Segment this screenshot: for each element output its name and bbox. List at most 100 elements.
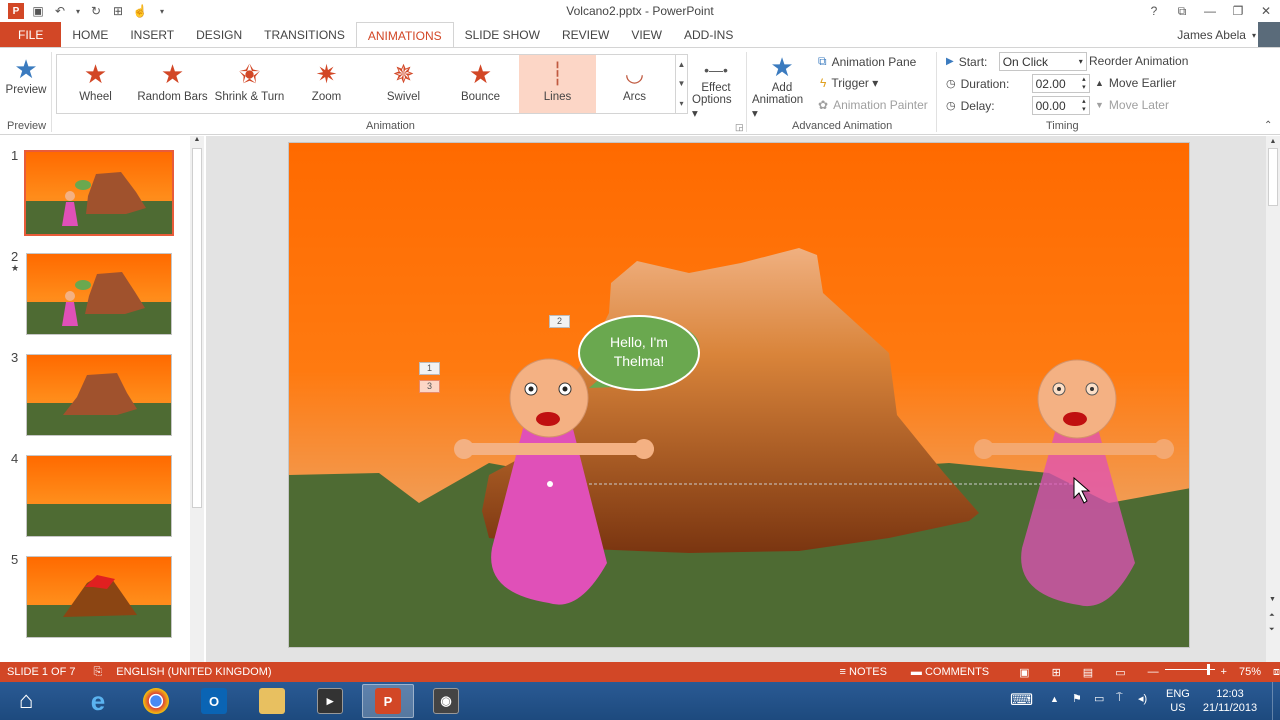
- scrollbar-thumb[interactable]: [192, 148, 202, 508]
- animation-shrink-turn[interactable]: ✬ Shrink & Turn: [211, 55, 288, 113]
- slide-thumbnail-3[interactable]: [26, 354, 172, 436]
- customize-qat-icon[interactable]: ▾: [154, 3, 170, 19]
- taskbar-explorer[interactable]: [246, 684, 298, 718]
- zoom-out-icon[interactable]: —: [1148, 666, 1159, 678]
- restore-icon[interactable]: ❐: [1224, 0, 1252, 22]
- normal-view-icon[interactable]: ▣: [1019, 666, 1029, 679]
- duration-input[interactable]: 02.00 ▴ ▾: [1031, 74, 1090, 93]
- gallery-more-icon[interactable]: ▾: [679, 99, 683, 108]
- language-indicator[interactable]: ENG US: [1166, 687, 1190, 715]
- tab-transitions[interactable]: TRANSITIONS: [253, 22, 356, 48]
- dialog-launcher-icon[interactable]: ◲: [735, 122, 744, 133]
- flag-icon[interactable]: ⚑: [1072, 692, 1082, 705]
- start-button[interactable]: ⌂: [0, 684, 52, 718]
- ribbon-display-options-icon[interactable]: ⧉: [1168, 0, 1196, 22]
- animation-tag-2[interactable]: 2: [549, 315, 570, 328]
- animation-bounce[interactable]: ★ Bounce: [442, 55, 519, 113]
- trigger-button[interactable]: ϟ Trigger ▾: [820, 76, 878, 90]
- notes-button[interactable]: ≡ NOTES: [840, 666, 887, 678]
- animation-tag-3[interactable]: 3: [419, 380, 440, 393]
- minimize-icon[interactable]: —: [1196, 0, 1224, 22]
- slide-thumbnail-4[interactable]: [26, 455, 172, 537]
- tab-view[interactable]: VIEW: [620, 22, 673, 48]
- preview-button[interactable]: ★ Preview: [6, 54, 47, 96]
- taskbar-app-2[interactable]: ◉: [420, 684, 472, 718]
- fit-slide-icon[interactable]: ⧈: [1273, 666, 1280, 679]
- previous-slide-icon[interactable]: ⏶: [1269, 612, 1275, 620]
- spelling-icon[interactable]: ⎘: [93, 666, 102, 679]
- avatar[interactable]: [1258, 22, 1280, 48]
- animation-wheel[interactable]: ★ Wheel: [57, 55, 134, 113]
- touch-mode-icon[interactable]: ☝: [132, 3, 148, 19]
- keyboard-icon[interactable]: ⌨: [1010, 690, 1033, 710]
- volume-icon[interactable]: ◂): [1138, 692, 1147, 705]
- animation-tag-1[interactable]: 1: [419, 362, 440, 375]
- display-icon[interactable]: ▭: [1094, 692, 1104, 705]
- scroll-up-icon[interactable]: ▲: [190, 136, 204, 143]
- taskbar-powerpoint[interactable]: P: [362, 684, 414, 718]
- taskbar-chrome[interactable]: [130, 684, 182, 718]
- slide-sorter-icon[interactable]: ⊞: [1052, 666, 1061, 679]
- scroll-up-icon[interactable]: ▲: [1266, 138, 1280, 145]
- undo-icon[interactable]: ↶: [52, 3, 68, 19]
- network-icon[interactable]: ⍑: [1116, 692, 1123, 705]
- gallery-down-icon[interactable]: ▼: [678, 79, 686, 88]
- spinner-icon[interactable]: ▴ ▾: [1082, 98, 1086, 114]
- undo-dropdown-icon[interactable]: ▾: [74, 3, 82, 19]
- animation-swivel[interactable]: ✵ Swivel: [365, 55, 442, 113]
- tab-home[interactable]: HOME: [61, 22, 119, 48]
- user-account[interactable]: James Abela ▾: [1177, 28, 1256, 42]
- redo-icon[interactable]: ↻: [88, 3, 104, 19]
- taskbar-app[interactable]: ▸: [304, 684, 356, 718]
- move-earlier-button[interactable]: ▲ Move Earlier: [1095, 76, 1176, 90]
- help-icon[interactable]: ?: [1140, 0, 1168, 22]
- powerpoint-logo-icon[interactable]: P: [8, 3, 24, 19]
- slide-show-icon[interactable]: ▭: [1115, 666, 1125, 679]
- animation-pane-button[interactable]: ⧉ Animation Pane: [818, 54, 916, 69]
- taskbar-outlook[interactable]: O: [188, 684, 240, 718]
- next-slide-icon[interactable]: ⏷: [1269, 626, 1275, 634]
- speech-bubble-text[interactable]: Hello, I'm Thelma!: [589, 333, 689, 371]
- tab-file[interactable]: FILE: [0, 22, 62, 48]
- delay-input[interactable]: 00.00 ▴ ▾: [1031, 96, 1090, 115]
- slide-thumbnail-1[interactable]: [24, 150, 174, 236]
- thumbnail-scrollbar[interactable]: ▲: [190, 136, 204, 662]
- animation-arcs[interactable]: ◡ Arcs: [596, 55, 673, 113]
- animation-painter-button[interactable]: ✿ Animation Painter: [818, 98, 928, 112]
- show-desktop-button[interactable]: [1272, 682, 1280, 720]
- language[interactable]: ENGLISH (UNITED KINGDOM): [116, 666, 271, 678]
- start-from-beginning-icon[interactable]: ⊞: [110, 3, 126, 19]
- tab-design[interactable]: DESIGN: [185, 22, 253, 48]
- add-animation-button[interactable]: ★ Add Animation ▾: [752, 52, 812, 120]
- tab-review[interactable]: REVIEW: [551, 22, 620, 48]
- animation-zoom[interactable]: ✷ Zoom: [288, 55, 365, 113]
- scroll-down-icon[interactable]: ▼: [1269, 596, 1276, 603]
- show-hidden-icons[interactable]: ▲: [1050, 694, 1059, 704]
- animation-lines[interactable]: ┆ Lines: [519, 55, 596, 113]
- animation-random-bars[interactable]: ★ Random Bars: [134, 55, 211, 113]
- tab-insert[interactable]: INSERT: [119, 22, 185, 48]
- tab-animations[interactable]: ANIMATIONS: [355, 22, 454, 48]
- zoom-level[interactable]: 75%: [1239, 666, 1261, 678]
- move-later-button[interactable]: ▼ Move Later: [1095, 98, 1169, 112]
- collapse-ribbon-icon[interactable]: ⌃: [1264, 120, 1272, 131]
- tab-slide-show[interactable]: SLIDE SHOW: [454, 22, 551, 48]
- save-icon[interactable]: ▣: [30, 3, 46, 19]
- slide-scrollbar[interactable]: ▲ ▼ ⏶ ⏷: [1266, 136, 1280, 662]
- close-icon[interactable]: ✕: [1252, 0, 1280, 22]
- spinner-icon[interactable]: ▴ ▾: [1082, 76, 1086, 92]
- scrollbar-thumb[interactable]: [1268, 148, 1278, 206]
- taskbar-ie[interactable]: e: [72, 684, 124, 718]
- reading-view-icon[interactable]: ▤: [1083, 666, 1093, 679]
- effect-options-button[interactable]: •—• Effect Options ▾: [692, 58, 740, 120]
- gallery-up-icon[interactable]: ▲: [678, 60, 686, 69]
- slide-thumbnail-5[interactable]: [26, 556, 172, 638]
- start-select[interactable]: On Click ▾: [998, 52, 1087, 71]
- zoom-in-icon[interactable]: +: [1221, 666, 1227, 678]
- clock[interactable]: 12:03 21/11/2013: [1200, 687, 1260, 715]
- zoom-slider[interactable]: [1164, 663, 1215, 675]
- slide-count[interactable]: SLIDE 1 OF 7: [7, 666, 75, 678]
- slide-canvas[interactable]: Hello, I'm Thelma! 1 2 3: [288, 142, 1190, 648]
- zoom-slider-thumb[interactable]: [1206, 663, 1210, 675]
- comments-button[interactable]: ▬ COMMENTS: [911, 666, 989, 678]
